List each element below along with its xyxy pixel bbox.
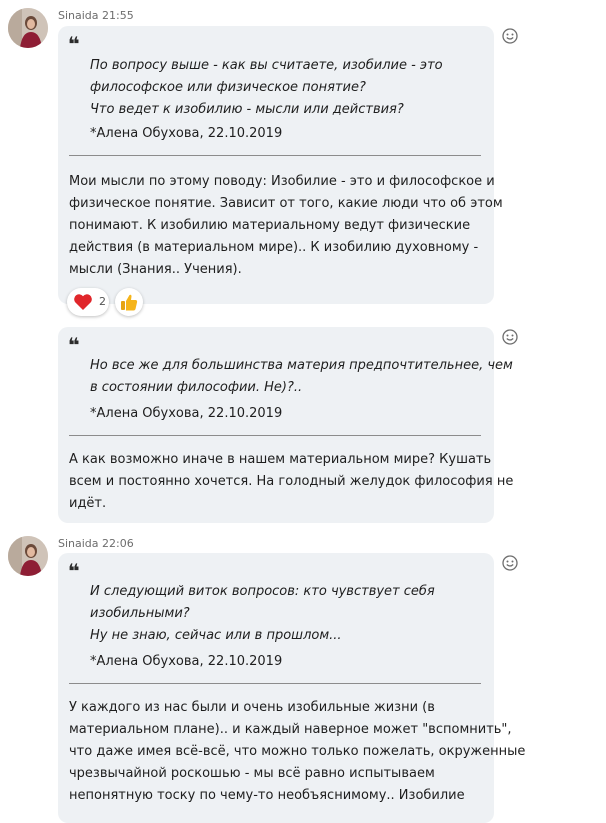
quote-line: И следующий виток вопросов: кто чувствуе… xyxy=(90,584,435,599)
thumbs-up-icon xyxy=(121,294,138,311)
body-line: У каждого из нас были и очень изобильные… xyxy=(69,700,435,715)
avatar[interactable] xyxy=(8,8,48,48)
quote-source: *Алена Обухова, 22.10.2019 xyxy=(90,126,283,141)
quote-mark-icon: ❝ xyxy=(68,333,80,357)
body-line: действия (в материальном мире).. К изоби… xyxy=(69,240,479,255)
author-name: Sinaida xyxy=(58,9,99,22)
quoted-text: И следующий виток вопросов: кто чувствуе… xyxy=(90,581,435,647)
divider xyxy=(69,435,481,436)
message-bubble: ❝ По вопросу выше - как вы считаете, изо… xyxy=(58,26,503,304)
quote-line: Но все же для большинства материя предпо… xyxy=(90,358,513,373)
smiley-icon[interactable] xyxy=(499,25,521,47)
body-line: что даже имея всё-всё, что можно только … xyxy=(69,744,526,759)
quote-source: *Алена Обухова, 22.10.2019 xyxy=(90,406,283,421)
body-line: идёт. xyxy=(69,496,107,511)
body-line: всем и постоянно хочется. На голодный же… xyxy=(69,474,514,489)
quoted-text: Но все же для большинства материя предпо… xyxy=(90,355,513,399)
message-time: 21:55 xyxy=(102,9,134,22)
body-line: чрезвычайной роскошью - мы всё равно исп… xyxy=(69,766,435,781)
quote-source: *Алена Обухова, 22.10.2019 xyxy=(90,654,283,669)
message-body: Мои мысли по этому поводу: Изобилие - эт… xyxy=(69,171,503,281)
quote-line: По вопросу выше - как вы считаете, изоби… xyxy=(90,58,443,73)
divider xyxy=(69,155,481,156)
quote-line: изобильными? xyxy=(90,606,190,621)
reaction-heart[interactable]: 2 xyxy=(67,288,109,316)
smiley-icon[interactable] xyxy=(499,326,521,348)
message-body: А как возможно иначе в нашем материально… xyxy=(69,449,514,515)
body-line: непонятную тоску по чему-то необъяснимом… xyxy=(69,788,465,803)
message-bubble: ❝ И следующий виток вопросов: кто чувств… xyxy=(58,553,526,823)
quote-line: Ну не знаю, сейчас или в прошлом... xyxy=(90,628,342,643)
quote-mark-icon: ❝ xyxy=(68,32,80,56)
message-body: У каждого из нас были и очень изобильные… xyxy=(69,697,526,807)
message-bubble: ❝ Но все же для большинства материя пред… xyxy=(58,327,514,523)
quote-line: в состоянии философии. Не)?.. xyxy=(90,380,303,395)
body-line: материальном плане).. и каждый наверное … xyxy=(69,722,512,737)
body-line: понимают. К изобилию материальному ведут… xyxy=(69,218,471,233)
reaction-thumbs-up[interactable] xyxy=(115,288,143,316)
quote-line: Что ведет к изобилию - мысли или действи… xyxy=(90,102,404,117)
heart-icon xyxy=(74,294,92,310)
body-line: физическое понятие. Зависит от того, как… xyxy=(69,196,503,211)
message-meta: Sinaida 21:55 xyxy=(58,9,134,22)
author-name: Sinaida xyxy=(58,537,99,550)
avatar[interactable] xyxy=(8,536,48,576)
smiley-icon[interactable] xyxy=(499,552,521,574)
quote-line: философское или физическое понятие? xyxy=(90,80,366,95)
message-time: 22:06 xyxy=(102,537,134,550)
quoted-text: По вопросу выше - как вы считаете, изоби… xyxy=(90,55,443,121)
divider xyxy=(69,683,481,684)
body-line: Мои мысли по этому поводу: Изобилие - эт… xyxy=(69,174,495,189)
body-line: А как возможно иначе в нашем материально… xyxy=(69,452,492,467)
quote-mark-icon: ❝ xyxy=(68,559,80,583)
body-line: мысли (Знания.. Учения). xyxy=(69,262,242,277)
message-meta: Sinaida 22:06 xyxy=(58,537,134,550)
reaction-count: 2 xyxy=(99,295,106,308)
